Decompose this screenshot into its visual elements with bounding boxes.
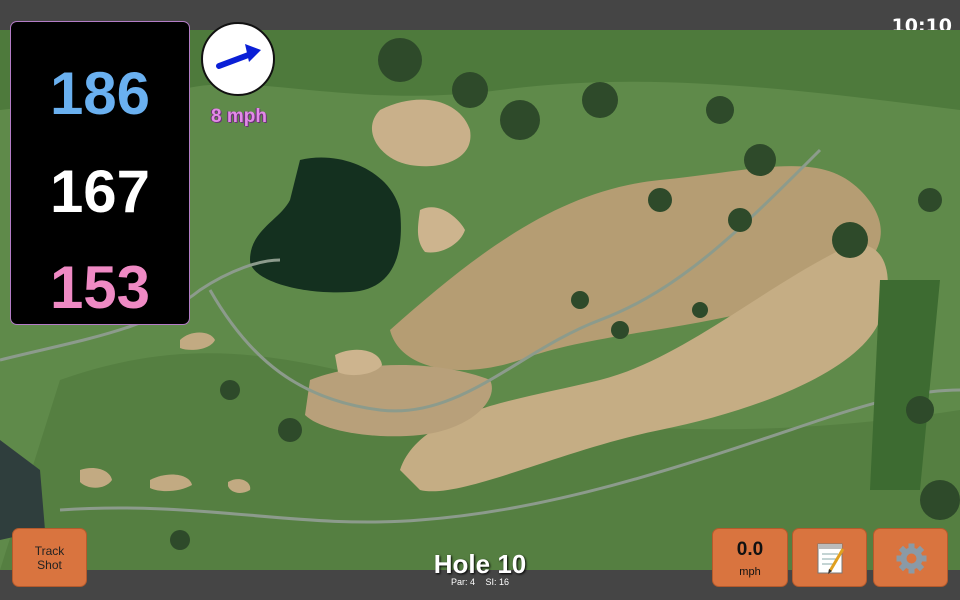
hole-title: Hole 10	[433, 549, 527, 579]
gear-icon	[896, 543, 927, 574]
wind-indicator	[201, 22, 275, 96]
arrow-icon	[216, 44, 261, 69]
hole-par: Par: 4	[450, 577, 475, 587]
speed-button[interactable]: 0.0 mph	[712, 528, 788, 587]
wind-speed: 8 mph	[211, 106, 267, 127]
track-shot-label-line2: Shot	[37, 557, 62, 572]
settings-button[interactable]	[873, 528, 948, 587]
notepad-icon	[817, 543, 845, 574]
hole-info: Par: 4 SI: 16	[380, 577, 580, 587]
speed-value: 0.0	[736, 539, 764, 560]
front-distance: 153	[49, 254, 151, 321]
distance-panel: 186 167 153	[11, 22, 189, 324]
back-distance: 186	[49, 60, 151, 127]
track-shot-label-line1: Track	[34, 543, 65, 558]
notes-button[interactable]	[792, 528, 867, 587]
track-shot-button[interactable]: Track Shot	[12, 528, 87, 587]
hole-stroke-index: SI: 16	[485, 577, 510, 587]
speed-unit: mph	[739, 566, 761, 578]
center-distance: 167	[49, 158, 151, 225]
